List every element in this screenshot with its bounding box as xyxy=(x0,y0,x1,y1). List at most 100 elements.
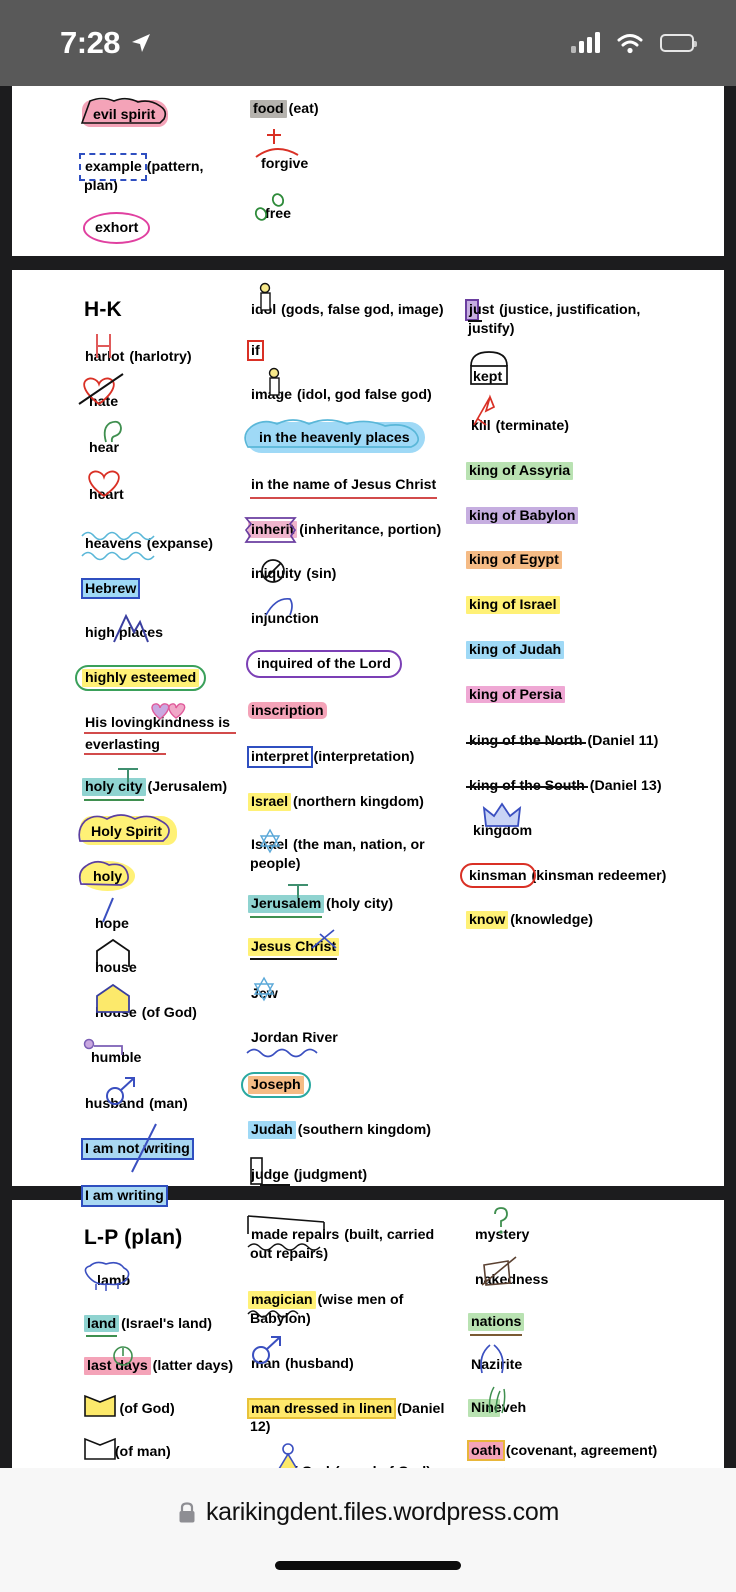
glossary-entry: oath (covenant, agreement) xyxy=(467,1439,682,1462)
glossary-entry: Hebrew xyxy=(81,577,234,600)
glossary-entry: forgive xyxy=(255,128,449,174)
entry-term: kept xyxy=(473,369,503,386)
entry-term: Joseph xyxy=(251,1077,301,1094)
glossary-entry: made repairs (built, carried out repairs… xyxy=(247,1215,446,1263)
status-time: 7:28 xyxy=(60,25,121,60)
glossary-entry: if xyxy=(247,339,452,362)
glossary-entry: iniquity (sin) xyxy=(250,559,452,584)
entry-term: everlasting xyxy=(85,736,160,753)
entry-term: king of Judah xyxy=(469,641,562,658)
glossary-entry: Law (of God) xyxy=(84,1395,234,1419)
entry-term: interpret xyxy=(251,749,309,766)
glossary-entry: high places xyxy=(84,614,234,643)
glossary-entry: hate xyxy=(78,372,234,412)
glossary-entry: image (idol, god false god) xyxy=(250,368,452,405)
glossary-entry: inscription xyxy=(248,701,452,721)
entry-note: (Daniel 11) xyxy=(583,733,659,750)
entry-note: (latter days) xyxy=(148,1358,234,1375)
glossary-entry: food (eat) xyxy=(250,100,449,119)
glossary-entry: Nineveh xyxy=(468,1386,682,1418)
url-text: karikingdent.files.wordpress.com xyxy=(205,1498,560,1526)
entry-term: in the name of Jesus Christ xyxy=(251,476,437,493)
glossary-entry: heavens (expanse) xyxy=(81,531,234,560)
entry-note: (man) xyxy=(145,1096,188,1113)
page-column: idol (gods, false god, image) if image (… xyxy=(234,282,452,1206)
entry-note: (southern kingdom) xyxy=(293,1121,431,1138)
section-title: H-K xyxy=(84,298,122,321)
glossary-entry: kept xyxy=(470,351,682,387)
entry-term: idol xyxy=(251,302,277,318)
entry-term: man xyxy=(251,1355,281,1372)
entry-term: injunction xyxy=(251,611,319,628)
glossary-entry: Jesus Christ xyxy=(248,929,452,960)
glossary-entry: example (pattern, plan) xyxy=(79,153,234,195)
entry-term: kill xyxy=(471,418,491,435)
entry-term: I am writing xyxy=(85,1187,164,1204)
location-arrow-icon xyxy=(132,34,151,52)
entry-term: Jordan River xyxy=(251,1030,338,1047)
entry-term: house xyxy=(95,960,137,977)
browser-url-bar[interactable]: karikingdent.files.wordpress.com xyxy=(0,1468,736,1592)
webpage-scroll-area[interactable]: evil spirit example (pattern, plan) exho… xyxy=(0,86,736,1468)
glossary-entry: just (justice, justification, justify) xyxy=(465,299,668,338)
section-title: L-P (plan) xyxy=(84,1226,183,1249)
entry-term: mystery xyxy=(475,1227,530,1243)
entry-term: evil spirit xyxy=(93,107,156,123)
entry-term: law xyxy=(87,1443,110,1460)
entry-term: king of Egypt xyxy=(469,552,559,569)
entry-term: Judah xyxy=(251,1121,293,1138)
page-column: food (eat) forgive free xyxy=(234,100,449,238)
glossary-entry: highly esteemed xyxy=(75,665,234,691)
entry-term: in the heavenly places xyxy=(259,430,410,447)
glossary-entry: Israel (northern kingdom) xyxy=(248,793,452,812)
status-bar: 7:28 xyxy=(0,0,736,86)
glossary-entry: king of Israel xyxy=(466,596,682,615)
glossary-entry: idol (gods, false god, image) xyxy=(250,282,450,320)
glossary-entry: law (of man) xyxy=(84,1437,234,1462)
status-bar-right xyxy=(571,32,697,54)
document-page-lp: L-P (plan) lamb land (Israel's land) las… xyxy=(12,1200,724,1468)
entry-term: Jerusalem xyxy=(251,896,322,913)
glossary-entry: king of the South (Daniel 13) xyxy=(466,777,682,796)
entry-term: kingdom xyxy=(473,822,533,839)
entry-term: Israel xyxy=(251,836,289,853)
entry-note: (expanse) xyxy=(142,535,213,552)
entry-term: inquired of the Lord xyxy=(257,655,391,672)
entry-note: (Daniel 13) xyxy=(585,778,662,795)
entry-term: free xyxy=(265,206,292,223)
entry-term: king of Israel xyxy=(469,597,557,614)
entry-term: forgive xyxy=(261,155,309,172)
page-column: evil spirit example (pattern, plan) exho… xyxy=(12,97,234,245)
entry-term: nakedness xyxy=(475,1271,549,1288)
glossary-entry: king of Babylon xyxy=(466,506,682,526)
entry-term: Holy Spirit xyxy=(91,824,162,841)
glossary-entry: king of the North (Daniel 11) xyxy=(466,732,682,751)
entry-term: Hebrew xyxy=(85,580,137,597)
entry-note: (idol, god false god) xyxy=(293,387,432,404)
entry-note: (knowledge) xyxy=(506,912,593,929)
entry-term: exhort xyxy=(95,220,139,237)
entry-note: (of God) xyxy=(115,1401,175,1418)
entry-term: holy xyxy=(93,868,123,885)
entry-term: know xyxy=(469,912,506,929)
glossary-entry: holy xyxy=(78,860,234,891)
glossary-entry: exhort xyxy=(83,212,234,245)
wavy-underline-icon xyxy=(246,1048,318,1058)
glossary-entry: Israel (the man, nation, or people) xyxy=(250,828,440,873)
page-column: L-P (plan) lamb land (Israel's land) las… xyxy=(12,1226,234,1468)
entry-term: Jesus Christ xyxy=(251,939,337,956)
page-column: H-K harlot (harlotry) hate hear heart he… xyxy=(12,298,236,1207)
glossary-entry: king of Persia xyxy=(466,685,682,705)
url-row[interactable]: karikingdent.files.wordpress.com xyxy=(177,1498,559,1527)
glossary-entry: man dressed in linen (Daniel 12) xyxy=(247,1397,446,1437)
home-indicator[interactable] xyxy=(275,1561,461,1570)
entry-term: husband xyxy=(85,1096,145,1113)
glossary-entry: house xyxy=(94,939,234,978)
glossary-entry: in the name of Jesus Christ xyxy=(250,476,452,499)
entry-term: king of Persia xyxy=(469,686,563,703)
entry-term: Nineveh xyxy=(471,1399,527,1416)
document-page-hk: H-K harlot (harlotry) hate hear heart he… xyxy=(12,270,724,1207)
entry-term: iniquity xyxy=(251,566,302,583)
glossary-entry: kingdom xyxy=(472,802,682,841)
entry-term: food xyxy=(253,101,284,117)
